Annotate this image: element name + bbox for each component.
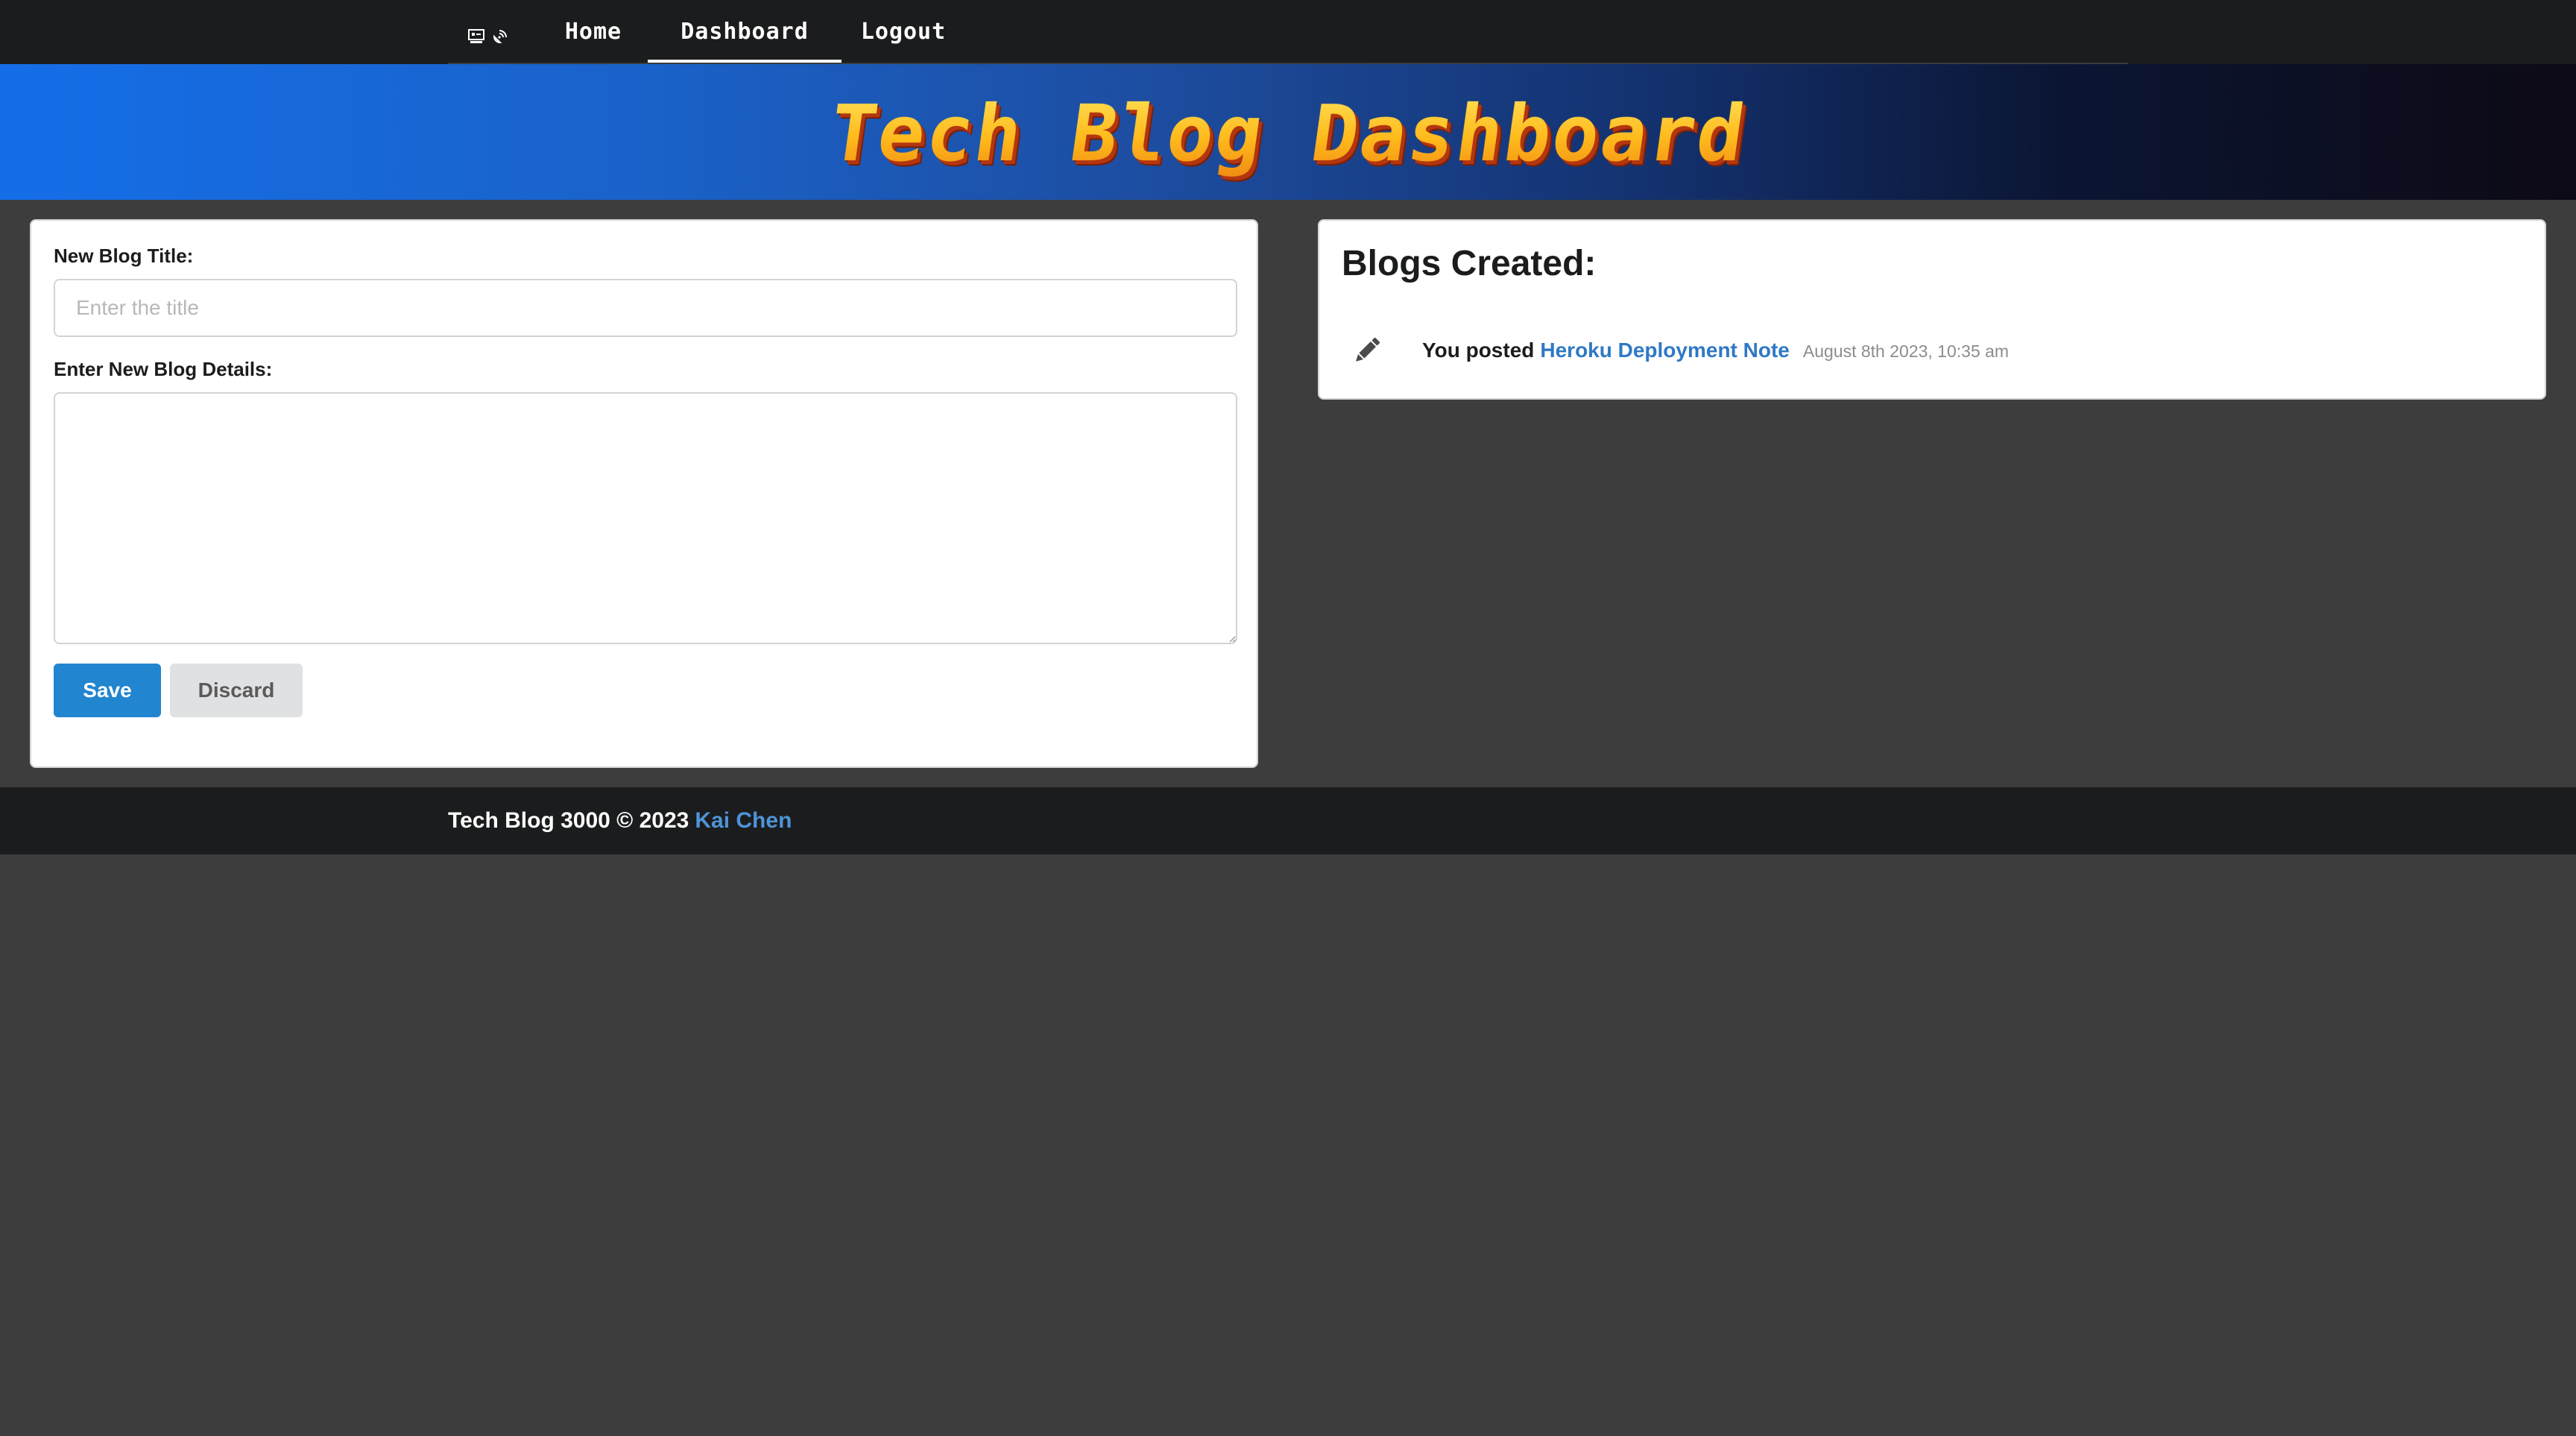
footer-author-link[interactable]: Kai Chen <box>695 808 792 834</box>
nav-item-logout[interactable]: Logout <box>847 0 959 63</box>
satellite-dish-icon <box>493 30 507 44</box>
page-banner: Tech Blog Dashboard <box>0 64 2576 200</box>
page-footer: Tech Blog 3000 © 2023 Kai Chen <box>0 787 2576 854</box>
nav-item-dashboard[interactable]: Dashboard <box>648 0 842 63</box>
save-button[interactable]: Save <box>54 664 161 717</box>
list-item: You posted Heroku Deployment Note August… <box>1349 333 2009 368</box>
footer-text: Tech Blog 3000 © 2023 Kai Chen <box>448 787 792 854</box>
new-blog-form: New Blog Title: Enter New Blog Details: … <box>30 219 1258 768</box>
pencil-icon <box>1356 337 1380 362</box>
title-input[interactable] <box>54 279 1237 337</box>
details-field-label: Enter New Blog Details: <box>54 358 273 380</box>
event-date: August 8th 2023, 10:35 am <box>1802 341 2010 361</box>
details-textarea[interactable] <box>54 392 1237 644</box>
blogs-created-panel: Blogs Created: You posted Heroku Deploym… <box>1318 219 2546 400</box>
computer-icon <box>468 29 484 43</box>
page-title: Tech Blog Dashboard <box>824 88 1752 179</box>
discard-button[interactable]: Discard <box>170 664 303 717</box>
nav-item-home[interactable]: Home <box>545 0 642 63</box>
nav-logo[interactable] <box>467 25 509 48</box>
blogs-heading: Blogs Created: <box>1342 244 1597 283</box>
footer-copyright: Tech Blog 3000 © 2023 <box>448 808 689 833</box>
event-summary: You posted Heroku Deployment Note August… <box>1422 338 2009 362</box>
blog-title-link[interactable]: Heroku Deployment Note <box>1540 338 1790 362</box>
top-nav-menu: Home Dashboard Logout <box>448 0 2128 64</box>
event-prefix: You posted <box>1422 338 1535 362</box>
top-nav: Home Dashboard Logout <box>0 0 2576 64</box>
title-field-label: New Blog Title: <box>54 245 194 267</box>
